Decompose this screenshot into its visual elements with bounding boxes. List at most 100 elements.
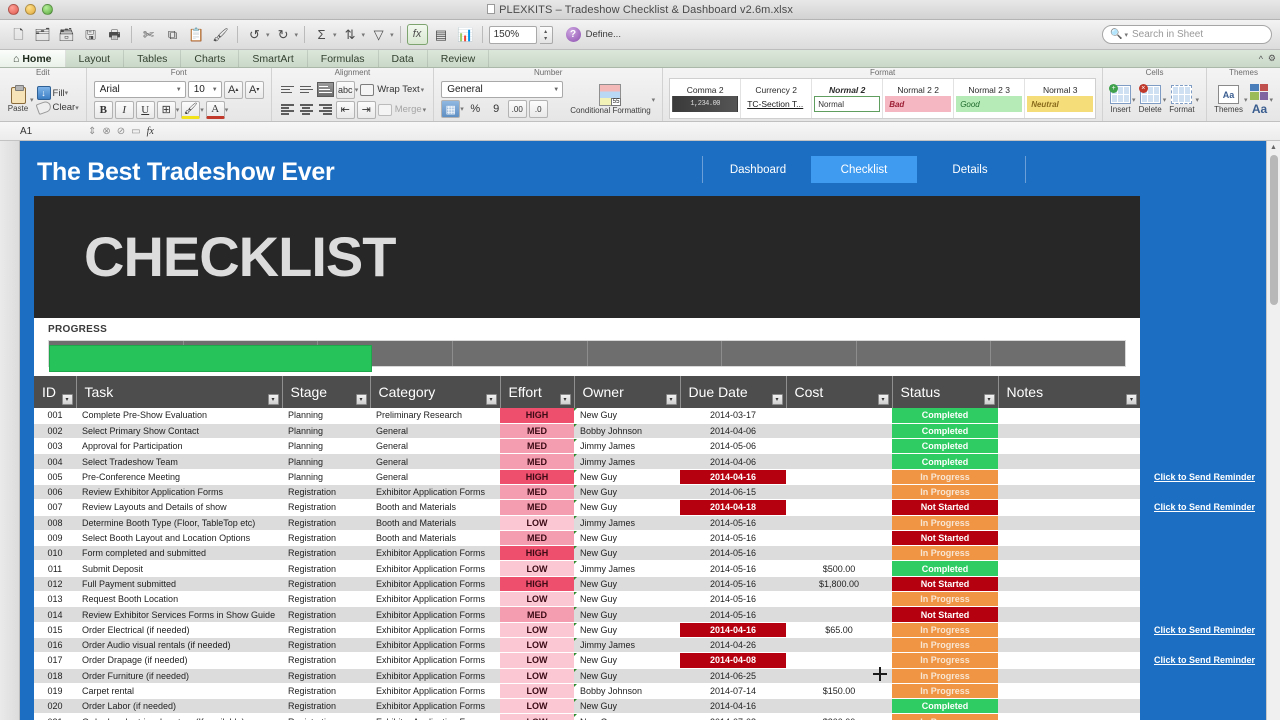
reminder-slot[interactable]: Click to Send Reminder xyxy=(1154,469,1280,484)
copy-icon[interactable]: ⧉ xyxy=(162,24,183,45)
cancel-edit-icon[interactable]: ⊗ xyxy=(102,126,110,137)
format-painter-icon[interactable]: 🖌 xyxy=(210,24,231,45)
style-comma-2[interactable]: Comma 2 1,234.00 xyxy=(670,79,742,118)
function-icon[interactable]: fx xyxy=(406,24,428,45)
orientation-button[interactable]: abc xyxy=(335,80,355,99)
tab-data[interactable]: Data xyxy=(379,50,428,67)
filter-dropdown-icon[interactable]: ▾ xyxy=(771,394,783,405)
define-group[interactable]: ? Define... xyxy=(565,27,621,42)
undo-icon[interactable]: ↺ xyxy=(244,24,265,45)
column-header-id[interactable]: ID ▾ xyxy=(34,376,77,408)
paste-icon[interactable]: 📋 xyxy=(186,24,207,45)
themes-dropdown-icon[interactable]: ▾ xyxy=(1244,96,1248,104)
style-currency-2[interactable]: Currency 2 TC-Section T... xyxy=(741,79,813,118)
table-row[interactable]: 013 Request Booth Location Registration Exh… xyxy=(34,591,1140,608)
format-cells-button[interactable]: Format xyxy=(1169,85,1195,114)
table-row[interactable]: 003 Approval for Participation Planning Gen… xyxy=(34,438,1140,455)
filter-dropdown-icon[interactable]: ▾ xyxy=(485,394,497,405)
print-icon[interactable]: 🖶 xyxy=(104,24,125,45)
reminder-slot[interactable]: Click to Send Reminder xyxy=(1154,500,1280,515)
percent-format-button[interactable]: % xyxy=(466,100,485,118)
nav-item-checklist[interactable]: Checklist xyxy=(811,156,917,183)
filter-dropdown-icon[interactable]: ▾ xyxy=(877,394,889,405)
decrease-indent-button[interactable]: ⇤ xyxy=(335,100,355,119)
table-row[interactable]: 016 Order Audio visual rentals (if needed… xyxy=(34,637,1140,654)
table-row[interactable]: 001 Complete Pre-Show Evaluation Planning P… xyxy=(34,408,1140,424)
send-reminder-link[interactable]: Click to Send Reminder xyxy=(1154,502,1255,512)
merge-button[interactable]: Merge ▾ xyxy=(377,103,427,116)
vertical-scrollbar[interactable]: ▲ ▼ xyxy=(1266,141,1280,720)
insert-function-icon[interactable]: fx xyxy=(147,126,154,137)
orientation-dropdown-icon[interactable]: ▾ xyxy=(355,86,359,94)
tab-home[interactable]: ⌂ Home xyxy=(0,50,66,67)
theme-colors-button[interactable]: Aa xyxy=(1250,83,1269,116)
open-template-icon[interactable]: 🗂 xyxy=(32,24,53,45)
send-reminder-link[interactable]: Click to Send Reminder xyxy=(1154,655,1255,665)
filter-dropdown-icon[interactable]: ▾ xyxy=(983,394,995,405)
filter-dropdown-icon[interactable]: ▾ xyxy=(665,394,677,405)
tab-review[interactable]: Review xyxy=(428,50,490,67)
align-bottom-button[interactable] xyxy=(316,82,334,97)
column-header-due-date[interactable]: Due Date ▾ xyxy=(680,376,787,408)
paste-button[interactable]: Paste xyxy=(7,84,29,113)
tab-charts[interactable]: Charts xyxy=(181,50,240,67)
increase-decimal-button[interactable]: .00 xyxy=(507,100,527,118)
font-family-select[interactable]: Arial ▼ xyxy=(93,81,186,98)
table-row[interactable]: 011 Submit Deposit Registration Exhibitor A… xyxy=(34,560,1140,577)
table-row[interactable]: 018 Order Furniture (if needed) Registrati… xyxy=(34,668,1140,684)
fill-dropdown-icon[interactable]: ▾ xyxy=(65,89,69,97)
ribbon-collapse-icon[interactable]: ^ xyxy=(1259,54,1263,64)
style-normal-2-3[interactable]: Normal 2 3 Good xyxy=(954,79,1026,118)
font-color-button[interactable]: A xyxy=(205,100,225,119)
confirm-edit-icon[interactable]: ⊘ xyxy=(117,126,125,137)
bold-button[interactable]: B xyxy=(93,100,113,119)
conditional-formatting-dropdown-icon[interactable]: ▾ xyxy=(652,96,656,104)
name-box[interactable]: A1 xyxy=(20,126,82,137)
filter-dropdown-icon[interactable]: ▾ xyxy=(61,394,73,405)
save-as-icon[interactable]: 🗃 xyxy=(56,24,77,45)
tab-formulas[interactable]: Formulas xyxy=(308,50,379,67)
paste-dropdown-icon[interactable]: ▾ xyxy=(30,96,34,104)
nav-item-details[interactable]: Details xyxy=(917,156,1023,183)
tab-smartart[interactable]: SmartArt xyxy=(239,50,308,67)
column-header-notes[interactable]: Notes ▾ xyxy=(998,376,1140,408)
name-box-stepper-icon[interactable]: ⇕ xyxy=(88,126,96,137)
column-header-category[interactable]: Category ▾ xyxy=(370,376,501,408)
tab-layout[interactable]: Layout xyxy=(66,50,125,67)
fill-color-dropdown-icon[interactable]: ▾ xyxy=(200,106,204,114)
column-header-stage[interactable]: Stage ▾ xyxy=(282,376,371,408)
column-header-task[interactable]: Task ▾ xyxy=(76,376,283,408)
table-row[interactable]: 006 Review Exhibitor Application Forms Reg… xyxy=(34,484,1140,501)
merge-dropdown-icon[interactable]: ▾ xyxy=(423,106,427,114)
column-header-owner[interactable]: Owner ▾ xyxy=(574,376,681,408)
clear-dropdown-icon[interactable]: ▾ xyxy=(75,104,79,112)
themes-button[interactable]: Aa Themes xyxy=(1214,85,1243,114)
table-row[interactable]: 012 Full Payment submitted Registration Exh… xyxy=(34,576,1140,593)
insert-dropdown-icon[interactable]: ▾ xyxy=(1132,96,1136,104)
autosum-dropdown-icon[interactable]: ▾ xyxy=(333,31,337,39)
format-dropdown-icon[interactable]: ▾ xyxy=(1196,96,1200,104)
table-row[interactable]: 010 Form completed and submitted Registrat… xyxy=(34,545,1140,562)
wrap-text-button[interactable]: Wrap Text ▾ xyxy=(360,83,425,96)
number-format-select[interactable]: General ▼ xyxy=(441,81,564,98)
fill-button[interactable]: ↓ Fill ▾ xyxy=(36,86,79,100)
table-row[interactable]: 017 Order Drapage (if needed) Registration… xyxy=(34,652,1140,669)
zoom-stepper[interactable]: ▴ ▾ xyxy=(539,25,553,44)
italic-button[interactable]: I xyxy=(114,100,134,119)
filter-icon[interactable]: ▽ xyxy=(368,24,389,45)
font-color-dropdown-icon[interactable]: ▾ xyxy=(225,106,229,114)
shrink-font-button[interactable]: A ▾ xyxy=(244,80,264,99)
underline-button[interactable]: U xyxy=(135,100,155,119)
conditional-formatting-icon[interactable] xyxy=(599,84,622,106)
column-header-status[interactable]: Status ▾ xyxy=(892,376,999,408)
wrap-dropdown-icon[interactable]: ▾ xyxy=(421,86,425,94)
table-row[interactable]: 002 Select Primary Show Contact Planning Ge… xyxy=(34,423,1140,440)
clear-button[interactable]: Clear ▾ xyxy=(35,99,79,116)
grow-font-button[interactable]: A ▴ xyxy=(223,80,243,99)
search-input[interactable]: Search in Sheet xyxy=(1132,29,1203,40)
reminder-slot[interactable]: Click to Send Reminder xyxy=(1154,653,1280,668)
table-row[interactable]: 004 Select Tradeshow Team Planning General M… xyxy=(34,453,1140,470)
table-row[interactable]: 009 Select Booth Layout and Location Opti… xyxy=(34,530,1140,547)
autosum-icon[interactable]: Σ xyxy=(311,24,332,45)
zoom-level-input[interactable]: 150% xyxy=(488,25,537,44)
